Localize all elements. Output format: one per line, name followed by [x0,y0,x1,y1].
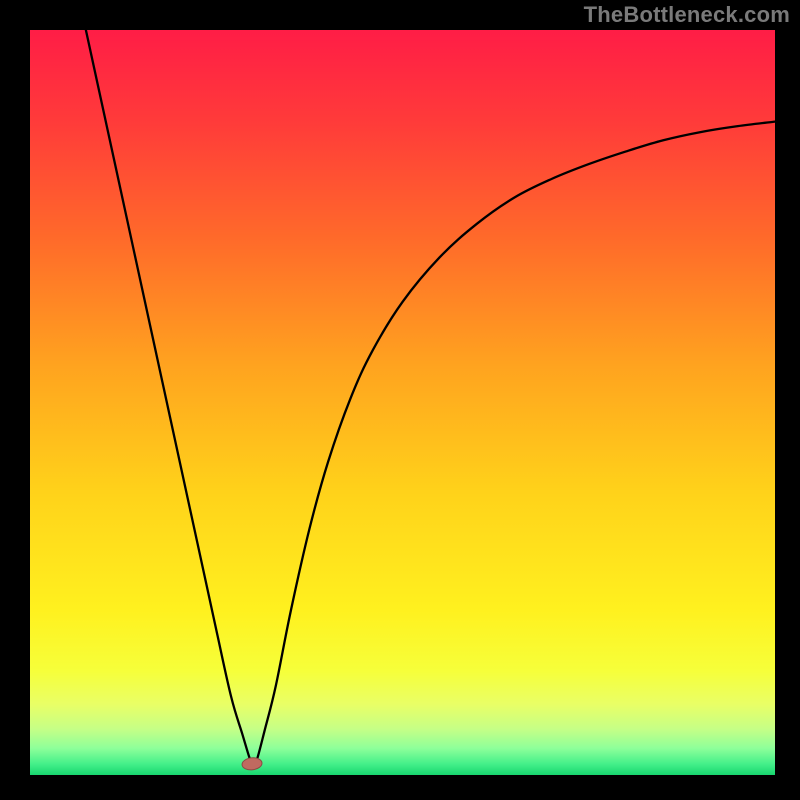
plot-area [30,30,775,775]
chart-svg [30,30,775,775]
gradient-background [30,30,775,775]
watermark-text: TheBottleneck.com [584,2,790,28]
chart-frame: TheBottleneck.com [0,0,800,800]
